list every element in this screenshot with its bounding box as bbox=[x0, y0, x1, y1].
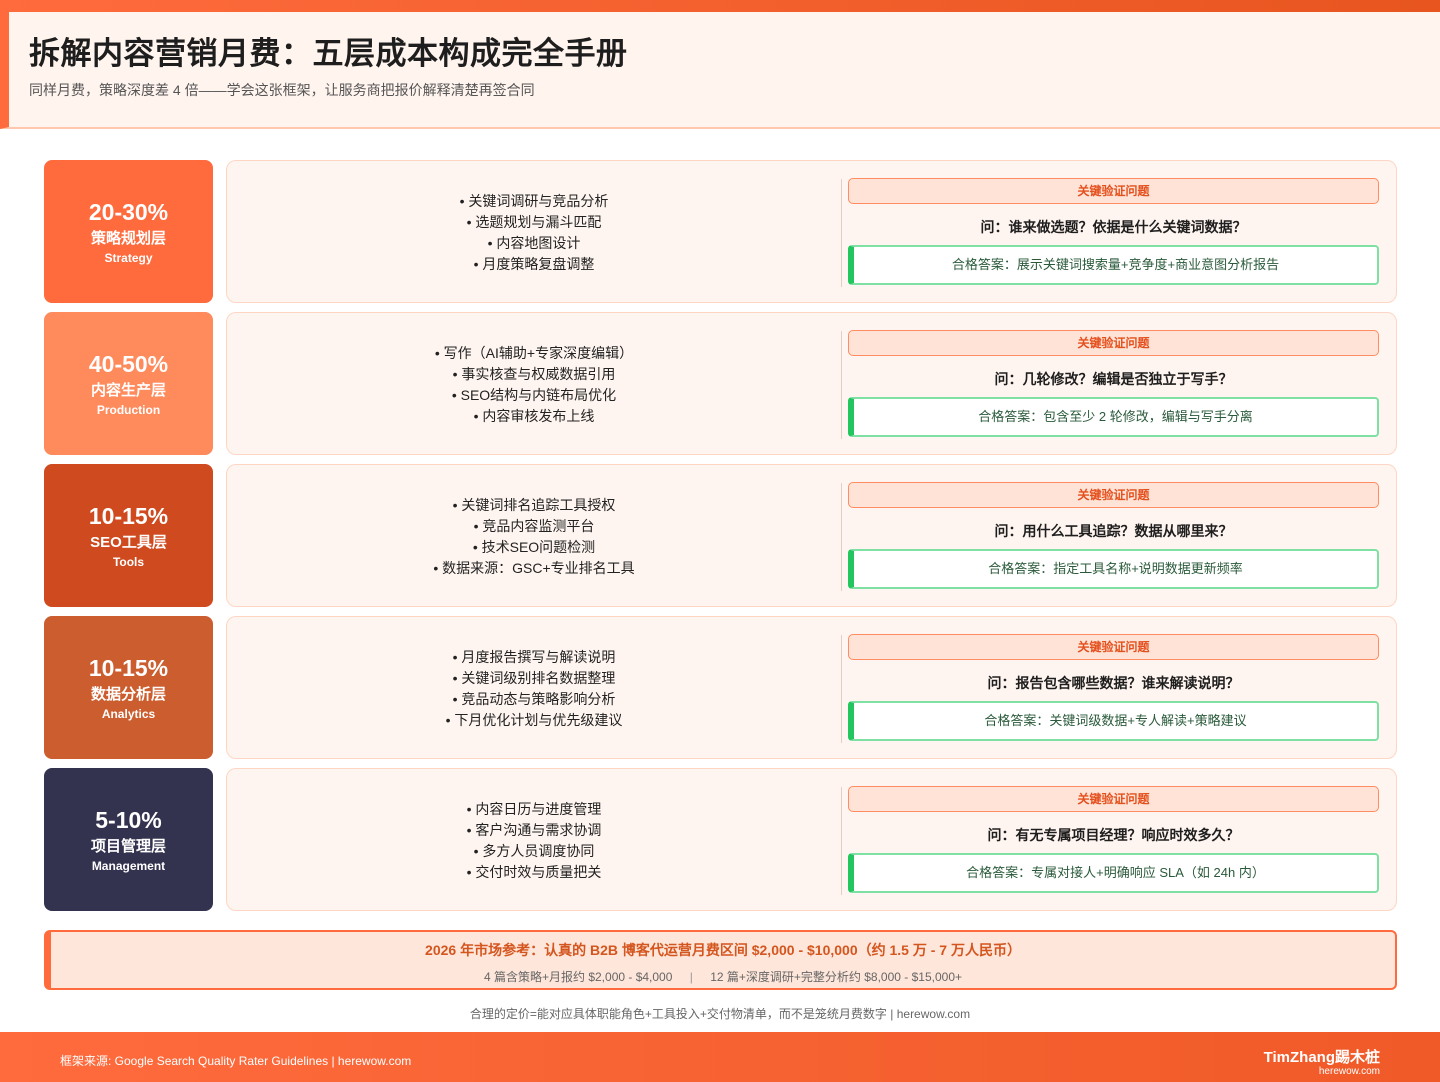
layer-percentage: 5-10% bbox=[95, 806, 162, 833]
list-item: • 交付时效与质量把关 bbox=[466, 863, 602, 880]
list-item: • 写作（AI辅助+专家深度编辑） bbox=[434, 344, 634, 361]
list-item: • 竞品动态与策略影响分析 bbox=[452, 690, 616, 707]
layer-bullet-list: • 内容日历与进度管理 • 客户沟通与需求协调 • 多方人员调度协同 • 交付时… bbox=[227, 769, 841, 912]
layer-row-strategy: 20-30% 策略规划层 Strategy • 关键词调研与竞品分析 • 选题规… bbox=[44, 160, 1397, 303]
market-low-tier: 4 篇含策略+月报约 $2,000 - $4,000 bbox=[483, 970, 673, 984]
layer-card: • 关键词排名追踪工具授权 • 竞品内容监测平台 • 技术SEO问题检测 • 数… bbox=[226, 464, 1397, 607]
card-divider bbox=[841, 331, 842, 439]
layer-name-en: Production bbox=[96, 402, 161, 417]
verification-tag: 关键验证问题 bbox=[848, 786, 1379, 812]
qualified-answer: 合格答案：关键词级数据+专人解读+策略建议 bbox=[848, 701, 1379, 741]
list-item: • 内容地图设计 bbox=[487, 234, 581, 251]
card-divider bbox=[841, 483, 842, 591]
layer-card: • 写作（AI辅助+专家深度编辑） • 事实核查与权威数据引用 • SEO结构与… bbox=[226, 312, 1397, 455]
layer-label-production: 40-50% 内容生产层 Production bbox=[44, 312, 213, 455]
page-subtitle: 同样月费，策略深度差 4 倍——学会这张框架，让服务商把报价解释清楚再签合同 bbox=[29, 82, 535, 98]
layer-name-en: Management bbox=[91, 858, 166, 873]
list-item: • 月度报告撰写与解读说明 bbox=[452, 648, 616, 665]
layer-label-strategy: 20-30% 策略规划层 Strategy bbox=[44, 160, 213, 303]
pricing-note: 合理的定价=能对应具体职能角色+工具投入+交付物清单，而不是笼统月费数字 | h… bbox=[469, 1007, 971, 1021]
verification-question: 问：几轮修改？编辑是否独立于写手？ bbox=[994, 371, 1233, 387]
qualified-answer: 合格答案：包含至少 2 轮修改，编辑与写手分离 bbox=[848, 397, 1379, 437]
layer-name-zh: 数据分析层 bbox=[90, 685, 166, 703]
layer-row-management: 5-10% 项目管理层 Management • 内容日历与进度管理 • 客户沟… bbox=[44, 768, 1397, 911]
layer-name-zh: 项目管理层 bbox=[90, 837, 166, 855]
verification-tag: 关键验证问题 bbox=[848, 178, 1379, 204]
layer-name-en: Analytics bbox=[101, 706, 156, 721]
layer-row-tools: 10-15% SEO工具层 Tools • 关键词排名追踪工具授权 • 竞品内容… bbox=[44, 464, 1397, 607]
brand-site: herewow.com bbox=[1318, 1066, 1380, 1077]
list-item: • 关键词调研与竞品分析 bbox=[459, 192, 609, 209]
qualified-answer: 合格答案：专属对接人+明确响应 SLA（如 24h 内） bbox=[848, 853, 1379, 893]
list-item: • 内容审核发布上线 bbox=[473, 407, 595, 424]
verification-question: 问：谁来做选题？依据是什么关键词数据？ bbox=[980, 219, 1247, 235]
page-title: 拆解内容营销月费：五层成本构成完全手册 bbox=[29, 36, 628, 71]
layer-bullet-list: • 关键词调研与竞品分析 • 选题规划与漏斗匹配 • 内容地图设计 • 月度策略… bbox=[227, 161, 841, 304]
layer-name-en: Tools bbox=[112, 554, 145, 569]
list-item: • 竞品内容监测平台 bbox=[473, 517, 595, 534]
page-footer: 框架来源: Google Search Quality Rater Guidel… bbox=[0, 1032, 1440, 1082]
layer-bullet-list: • 关键词排名追踪工具授权 • 竞品内容监测平台 • 技术SEO问题检测 • 数… bbox=[227, 465, 841, 608]
list-item: • 事实核查与权威数据引用 bbox=[452, 365, 616, 382]
layer-percentage: 10-15% bbox=[88, 654, 169, 681]
market-separator: | bbox=[689, 970, 693, 984]
card-divider bbox=[841, 179, 842, 287]
verification-tag: 关键验证问题 bbox=[848, 634, 1379, 660]
list-item: • 技术SEO问题检测 bbox=[472, 538, 596, 555]
layer-bullet-list: • 月度报告撰写与解读说明 • 关键词级别排名数据整理 • 竞品动态与策略影响分… bbox=[227, 617, 841, 760]
list-item: • 关键词排名追踪工具授权 bbox=[452, 496, 616, 513]
layer-label-tools: 10-15% SEO工具层 Tools bbox=[44, 464, 213, 607]
verification-tag: 关键验证问题 bbox=[848, 482, 1379, 508]
top-accent-strip bbox=[0, 0, 1440, 12]
brand-name: TimZhang踢木桩 bbox=[1263, 1049, 1380, 1066]
market-reference-detail: 4 篇含策略+月报约 $2,000 - $4,000 | 12 篇+深度调研+完… bbox=[51, 968, 1395, 985]
verification-question: 问：报告包含哪些数据？谁来解读说明？ bbox=[987, 675, 1240, 691]
list-item: • 选题规划与漏斗匹配 bbox=[466, 213, 602, 230]
layer-percentage: 10-15% bbox=[88, 502, 169, 529]
page-header: 拆解内容营销月费：五层成本构成完全手册 同样月费，策略深度差 4 倍——学会这张… bbox=[0, 12, 1440, 129]
market-high-tier: 12 篇+深度调研+完整分析约 $8,000 - $15,000+ bbox=[710, 970, 963, 984]
layer-name-zh: 内容生产层 bbox=[90, 381, 166, 399]
layer-row-production: 40-50% 内容生产层 Production • 写作（AI辅助+专家深度编辑… bbox=[44, 312, 1397, 455]
card-divider bbox=[841, 787, 842, 895]
list-item: • 客户沟通与需求协调 bbox=[466, 821, 602, 838]
layer-name-zh: SEO工具层 bbox=[90, 533, 167, 551]
layer-card: • 关键词调研与竞品分析 • 选题规划与漏斗匹配 • 内容地图设计 • 月度策略… bbox=[226, 160, 1397, 303]
verification-question: 问：用什么工具追踪？数据从哪里来？ bbox=[994, 523, 1233, 539]
layer-label-analytics: 10-15% 数据分析层 Analytics bbox=[44, 616, 213, 759]
list-item: • 数据来源：GSC+专业排名工具 bbox=[433, 559, 635, 576]
layer-bullet-list: • 写作（AI辅助+专家深度编辑） • 事实核查与权威数据引用 • SEO结构与… bbox=[227, 313, 841, 456]
list-item: • SEO结构与内链布局优化 bbox=[451, 386, 617, 403]
layer-row-analytics: 10-15% 数据分析层 Analytics • 月度报告撰写与解读说明 • 关… bbox=[44, 616, 1397, 759]
layer-label-management: 5-10% 项目管理层 Management bbox=[44, 768, 213, 911]
qualified-answer: 合格答案：指定工具名称+说明数据更新频率 bbox=[848, 549, 1379, 589]
list-item: • 多方人员调度协同 bbox=[473, 842, 595, 859]
list-item: • 内容日历与进度管理 bbox=[466, 800, 602, 817]
card-divider bbox=[841, 635, 842, 743]
layer-card: • 月度报告撰写与解读说明 • 关键词级别排名数据整理 • 竞品动态与策略影响分… bbox=[226, 616, 1397, 759]
list-item: • 关键词级别排名数据整理 bbox=[452, 669, 616, 686]
layer-name-en: Strategy bbox=[104, 250, 153, 265]
footer-brand: TimZhang踢木桩 herewow.com bbox=[1264, 1049, 1380, 1077]
verification-tag: 关键验证问题 bbox=[848, 330, 1379, 356]
list-item: • 月度策略复盘调整 bbox=[473, 255, 595, 272]
layer-percentage: 40-50% bbox=[88, 350, 169, 377]
verification-question: 问：有无专属项目经理？响应时效多久？ bbox=[987, 827, 1240, 843]
footer-source: 框架来源: Google Search Quality Rater Guidel… bbox=[60, 1054, 412, 1068]
layer-name-zh: 策略规划层 bbox=[90, 229, 166, 247]
qualified-answer: 合格答案：展示关键词搜索量+竞争度+商业意图分析报告 bbox=[848, 245, 1379, 285]
layer-percentage: 20-30% bbox=[88, 198, 169, 225]
layer-card: • 内容日历与进度管理 • 客户沟通与需求协调 • 多方人员调度协同 • 交付时… bbox=[226, 768, 1397, 911]
list-item: • 下月优化计划与优先级建议 bbox=[445, 711, 623, 728]
market-reference-title: 2026 年市场参考：认真的 B2B 博客代运营月费区间 $2,000 - $1… bbox=[425, 942, 1021, 958]
market-reference-box: 2026 年市场参考：认真的 B2B 博客代运营月费区间 $2,000 - $1… bbox=[44, 930, 1397, 990]
